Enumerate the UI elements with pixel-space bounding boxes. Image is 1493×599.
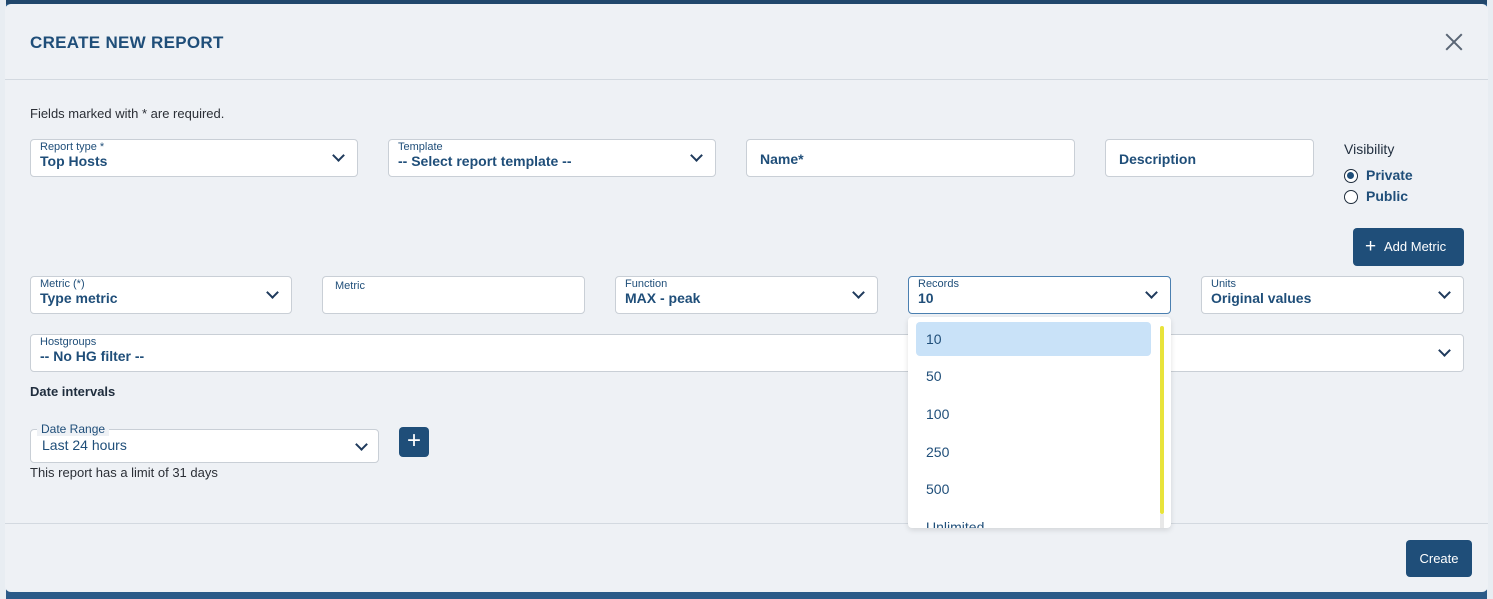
date-intervals-title: Date intervals: [30, 384, 116, 399]
modal-title: CREATE NEW REPORT: [30, 33, 224, 52]
metric-select-value: Type metric: [40, 290, 118, 306]
metric-input[interactable]: Metric: [322, 276, 585, 314]
report-type-value: Top Hosts: [40, 153, 108, 169]
radio-public-label[interactable]: Public: [1366, 188, 1408, 204]
metric-input-label: Metric: [335, 280, 365, 292]
dropdown-scrollbar[interactable]: [1160, 326, 1164, 514]
hostgroups-select[interactable]: Hostgroups -- No HG filter --: [30, 334, 1464, 372]
chevron-down-icon: [1145, 286, 1158, 299]
description-textarea[interactable]: Description: [1105, 139, 1314, 177]
required-fields-note: Fields marked with * are required.: [30, 106, 225, 121]
report-type-select[interactable]: Report type * Top Hosts: [30, 139, 358, 177]
create-report-modal: CREATE NEW REPORT Fields marked with * a…: [5, 4, 1488, 592]
template-label: Template: [398, 141, 443, 153]
report-type-label: Report type *: [40, 141, 105, 153]
records-option-label: Unlimited: [926, 519, 985, 528]
dropdown-scrollbar-track: [1160, 514, 1164, 528]
visibility-label: Visibility: [1344, 141, 1395, 157]
units-label: Units: [1211, 278, 1237, 290]
records-value: 10: [918, 290, 934, 306]
metric-select-label: Metric (*): [40, 278, 85, 290]
footer-divider: [5, 523, 1488, 524]
create-label: Create: [1419, 551, 1459, 566]
records-option-label: 500: [926, 481, 950, 497]
date-range-value: Last 24 hours: [42, 437, 127, 453]
hostgroups-value: -- No HG filter --: [40, 348, 145, 364]
name-placeholder: Name*: [760, 151, 804, 167]
records-dropdown-menu: 10 50 100 250 500 Unlimited: [908, 317, 1171, 528]
records-option-label: 50: [926, 368, 942, 384]
name-input[interactable]: Name*: [746, 139, 1075, 177]
radio-private-label[interactable]: Private: [1366, 167, 1413, 183]
chevron-down-icon: [355, 438, 368, 451]
date-limit-note: This report has a limit of 31 days: [30, 465, 218, 480]
template-select[interactable]: Template -- Select report template --: [388, 139, 716, 177]
records-option[interactable]: 10: [916, 322, 1151, 356]
chevron-down-icon: [1438, 286, 1451, 299]
records-option[interactable]: Unlimited: [916, 510, 1151, 528]
add-metric-button[interactable]: + Add Metric: [1353, 228, 1464, 266]
units-value: Original values: [1211, 290, 1312, 306]
close-icon[interactable]: [1442, 30, 1466, 54]
records-select[interactable]: Records 10: [908, 276, 1171, 314]
records-option-label: 100: [926, 406, 950, 422]
add-metric-label: Add Metric: [1384, 239, 1447, 254]
description-placeholder: Description: [1119, 151, 1197, 167]
records-option-label: 250: [926, 444, 950, 460]
plus-icon: +: [406, 427, 421, 454]
records-option[interactable]: 50: [916, 359, 1151, 393]
units-select[interactable]: Units Original values: [1201, 276, 1464, 314]
function-value: MAX - peak: [625, 290, 701, 306]
records-option[interactable]: 100: [916, 397, 1151, 431]
modal-header: CREATE NEW REPORT: [5, 4, 1488, 80]
chevron-down-icon: [852, 286, 865, 299]
chevron-down-icon: [266, 286, 279, 299]
add-date-range-button[interactable]: +: [399, 427, 429, 457]
hostgroups-label: Hostgroups: [40, 336, 97, 348]
date-range-select[interactable]: Date Range Last 24 hours: [30, 422, 379, 463]
records-option-label: 10: [926, 331, 942, 347]
records-option[interactable]: 250: [916, 435, 1151, 469]
chevron-down-icon: [1438, 344, 1451, 357]
chevron-down-icon: [332, 149, 345, 162]
radio-public[interactable]: [1344, 190, 1358, 204]
radio-private[interactable]: [1344, 169, 1358, 183]
metric-select[interactable]: Metric (*) Type metric: [30, 276, 292, 314]
function-select[interactable]: Function MAX - peak: [615, 276, 878, 314]
records-option[interactable]: 500: [916, 472, 1151, 506]
plus-icon: +: [1365, 236, 1377, 257]
chevron-down-icon: [690, 149, 703, 162]
function-label: Function: [625, 278, 668, 290]
create-button[interactable]: Create: [1406, 540, 1472, 577]
date-range-label: Date Range: [37, 422, 110, 436]
template-value: -- Select report template --: [398, 153, 572, 169]
records-label: Records: [918, 278, 959, 290]
